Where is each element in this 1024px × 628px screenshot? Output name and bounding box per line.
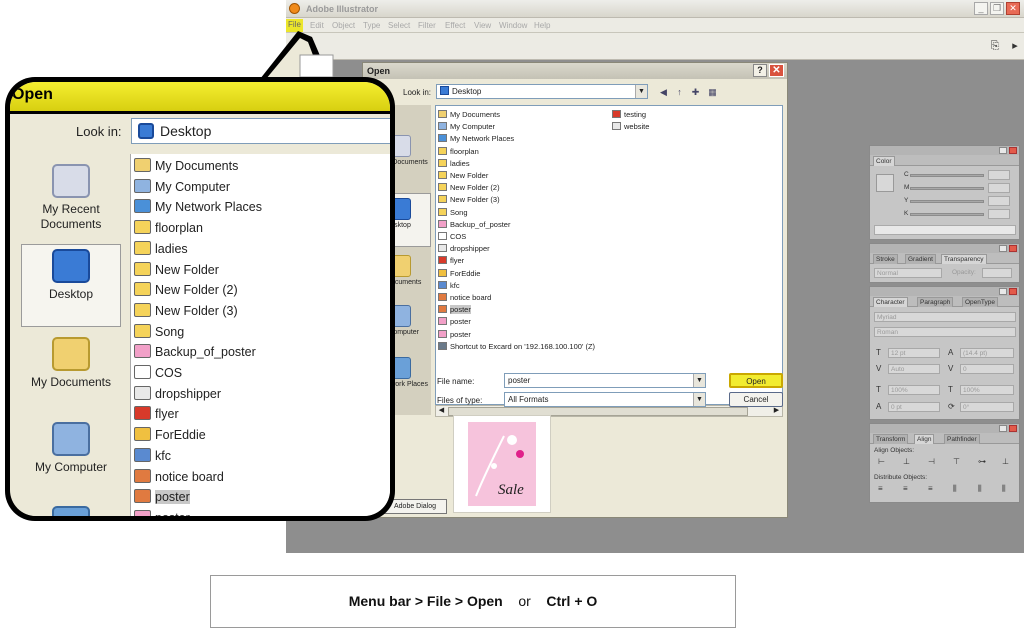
network-icon <box>134 199 151 214</box>
place-label: Desktop <box>48 287 94 301</box>
file-name: flyer <box>155 407 179 422</box>
ai-file-icon <box>134 344 151 359</box>
callout-place-desktop[interactable]: Desktop <box>21 244 121 327</box>
image-icon <box>134 468 151 483</box>
callout-file-item[interactable]: poster <box>134 487 190 507</box>
callout-place-network[interactable] <box>21 506 121 516</box>
caption-menu-path: Menu bar > File > Open <box>348 593 503 609</box>
callout-file-item[interactable]: kfc <box>134 446 171 466</box>
callout-places-bar: My Recent Documents Desktop My Documents… <box>17 154 125 516</box>
cd-icon <box>134 427 151 442</box>
callout-look-in-label: Look in: <box>76 124 122 139</box>
file-name: My Documents <box>155 159 239 173</box>
computer-icon <box>134 178 151 193</box>
folder-icon <box>134 323 151 338</box>
callout-place-my-documents[interactable]: My Documents <box>21 337 121 390</box>
folder-icon <box>134 240 151 255</box>
folder-icon <box>134 220 151 235</box>
callout-file-list: My Documents My Computer My Network Places… <box>130 154 390 516</box>
desktop-icon <box>52 249 90 283</box>
document-icon <box>134 385 151 400</box>
app-icon <box>134 447 151 462</box>
folder-icon <box>134 282 151 297</box>
file-name: kfc <box>155 448 171 463</box>
file-name: ForEddie <box>155 428 206 443</box>
callout-title-bar: Open <box>10 82 390 114</box>
caption-or: or <box>518 593 531 609</box>
image-icon <box>134 489 151 504</box>
callout-place-my-computer[interactable]: My Computer <box>21 422 121 475</box>
magnified-open-dialog-callout: Open Look in: Desktop My Recent Document… <box>5 77 395 521</box>
caption-shortcut: Ctrl + O <box>546 593 598 609</box>
folder-icon <box>134 261 151 276</box>
documents-folder-icon <box>134 158 151 172</box>
callout-file-item[interactable]: New Folder <box>134 260 219 280</box>
callout-file-item[interactable]: New Folder (3) <box>134 301 238 321</box>
recent-documents-icon <box>52 164 90 198</box>
callout-file-item[interactable]: Song <box>134 322 184 342</box>
callout-file-item[interactable]: COS <box>134 363 182 383</box>
file-name: COS <box>155 366 183 380</box>
folder-icon <box>134 302 151 317</box>
callout-file-item[interactable]: notice board <box>134 467 224 487</box>
callout-file-item[interactable]: dropshipper <box>134 384 221 404</box>
pdf-icon <box>134 406 151 421</box>
callout-look-in-dropdown[interactable]: Desktop <box>131 118 390 144</box>
callout-file-item[interactable]: flyer <box>134 404 179 424</box>
callout-file-item[interactable]: My Network Places <box>134 197 262 217</box>
file-name: New Folder (3) <box>155 303 238 318</box>
callout-file-item[interactable]: Backup_of_poster <box>134 342 256 362</box>
file-name: Backup_of_poster <box>155 345 256 360</box>
callout-dialog: Open Look in: Desktop My Recent Document… <box>10 82 390 516</box>
file-name: poster <box>155 490 190 505</box>
file-name: New Folder (2) <box>155 283 238 298</box>
callout-file-item[interactable]: My Documents <box>134 156 238 176</box>
file-name: Song <box>155 324 185 339</box>
file-name: New Folder <box>155 262 219 277</box>
callout-file-item[interactable]: poster <box>134 508 190 516</box>
my-documents-icon <box>52 337 90 371</box>
place-label: My Computer <box>34 460 108 474</box>
my-computer-icon <box>52 422 90 456</box>
place-label: My Documents <box>30 375 112 389</box>
callout-file-item[interactable]: New Folder (2) <box>134 280 238 300</box>
file-name: ladies <box>155 241 188 256</box>
callout-file-item[interactable]: ladies <box>134 239 188 259</box>
callout-file-item[interactable]: ForEddie <box>134 425 206 445</box>
instruction-caption: Menu bar > File > Open or Ctrl + O <box>210 575 736 628</box>
place-label: My Recent Documents <box>40 202 102 231</box>
file-name: floorplan <box>155 221 203 236</box>
file-name: My Computer <box>155 179 231 194</box>
file-name: poster <box>155 511 190 516</box>
network-places-icon <box>52 506 90 516</box>
shortcut-icon <box>134 365 151 379</box>
file-name: notice board <box>155 469 224 484</box>
callout-place-recent[interactable]: My Recent Documents <box>21 164 121 232</box>
file-name: dropshipper <box>155 386 222 401</box>
desktop-icon <box>138 123 154 139</box>
callout-title: Open <box>12 86 53 103</box>
ai-file-icon <box>134 509 151 516</box>
callout-file-item[interactable]: My Computer <box>134 177 230 197</box>
file-name: My Network Places <box>155 200 262 215</box>
callout-look-in-value: Desktop <box>160 123 212 139</box>
callout-file-item[interactable]: floorplan <box>134 218 203 238</box>
